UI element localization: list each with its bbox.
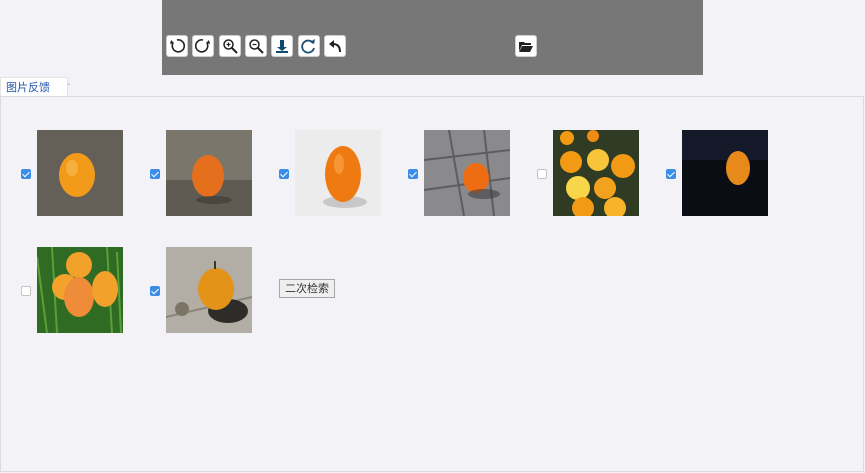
- orange-on-pavement-image: [424, 130, 510, 216]
- zoom-in-button[interactable]: [219, 35, 241, 57]
- orange-on-white-image: [295, 130, 381, 216]
- undo-icon: [329, 40, 341, 53]
- result-checkbox[interactable]: [279, 169, 289, 179]
- result-thumbnail[interactable]: [37, 130, 123, 216]
- tab-image-feedback[interactable]: 图片反馈: [0, 77, 68, 97]
- sliced-citrus-image: [553, 130, 639, 216]
- result-checkbox[interactable]: [537, 169, 547, 179]
- result-checkbox[interactable]: [21, 286, 31, 296]
- zoom-in-icon: [223, 39, 238, 54]
- oranges-on-grass-image: [37, 247, 123, 333]
- orange-with-coin-image: [166, 247, 252, 333]
- undo-button[interactable]: [324, 35, 346, 57]
- rotate-right-button[interactable]: [192, 35, 214, 57]
- redo-icon: [301, 39, 315, 54]
- open-folder-button[interactable]: [515, 35, 537, 57]
- result-checkbox[interactable]: [150, 169, 160, 179]
- result-checkbox[interactable]: [666, 169, 676, 179]
- tab-corner-mark: ˆ: [67, 83, 71, 92]
- zoom-out-button[interactable]: [245, 35, 267, 57]
- result-thumbnail[interactable]: [37, 247, 123, 333]
- secondary-search-button[interactable]: 二次检索: [279, 279, 335, 298]
- image-toolbar: [162, 0, 703, 75]
- result-thumbnail[interactable]: [295, 130, 381, 216]
- rotate-left-icon: [170, 39, 185, 53]
- zoom-out-icon: [249, 39, 264, 54]
- folder-open-icon: [519, 42, 533, 52]
- result-checkbox[interactable]: [150, 286, 160, 296]
- download-icon: [276, 40, 288, 53]
- redo-button[interactable]: [298, 35, 320, 57]
- orange-on-asphalt-image: [37, 130, 123, 216]
- result-checkbox[interactable]: [21, 169, 31, 179]
- result-thumbnail[interactable]: [553, 130, 639, 216]
- result-thumbnail[interactable]: [166, 247, 252, 333]
- rotate-right-icon: [195, 39, 210, 53]
- tab-label: 图片反馈: [6, 81, 50, 94]
- orange-dark-background-image: [682, 130, 768, 216]
- orange-on-gravel-image: [166, 130, 252, 216]
- result-checkbox[interactable]: [408, 169, 418, 179]
- result-thumbnail[interactable]: [166, 130, 252, 216]
- result-thumbnail[interactable]: [682, 130, 768, 216]
- rotate-left-button[interactable]: [166, 35, 188, 57]
- download-button[interactable]: [271, 35, 293, 57]
- result-thumbnail[interactable]: [424, 130, 510, 216]
